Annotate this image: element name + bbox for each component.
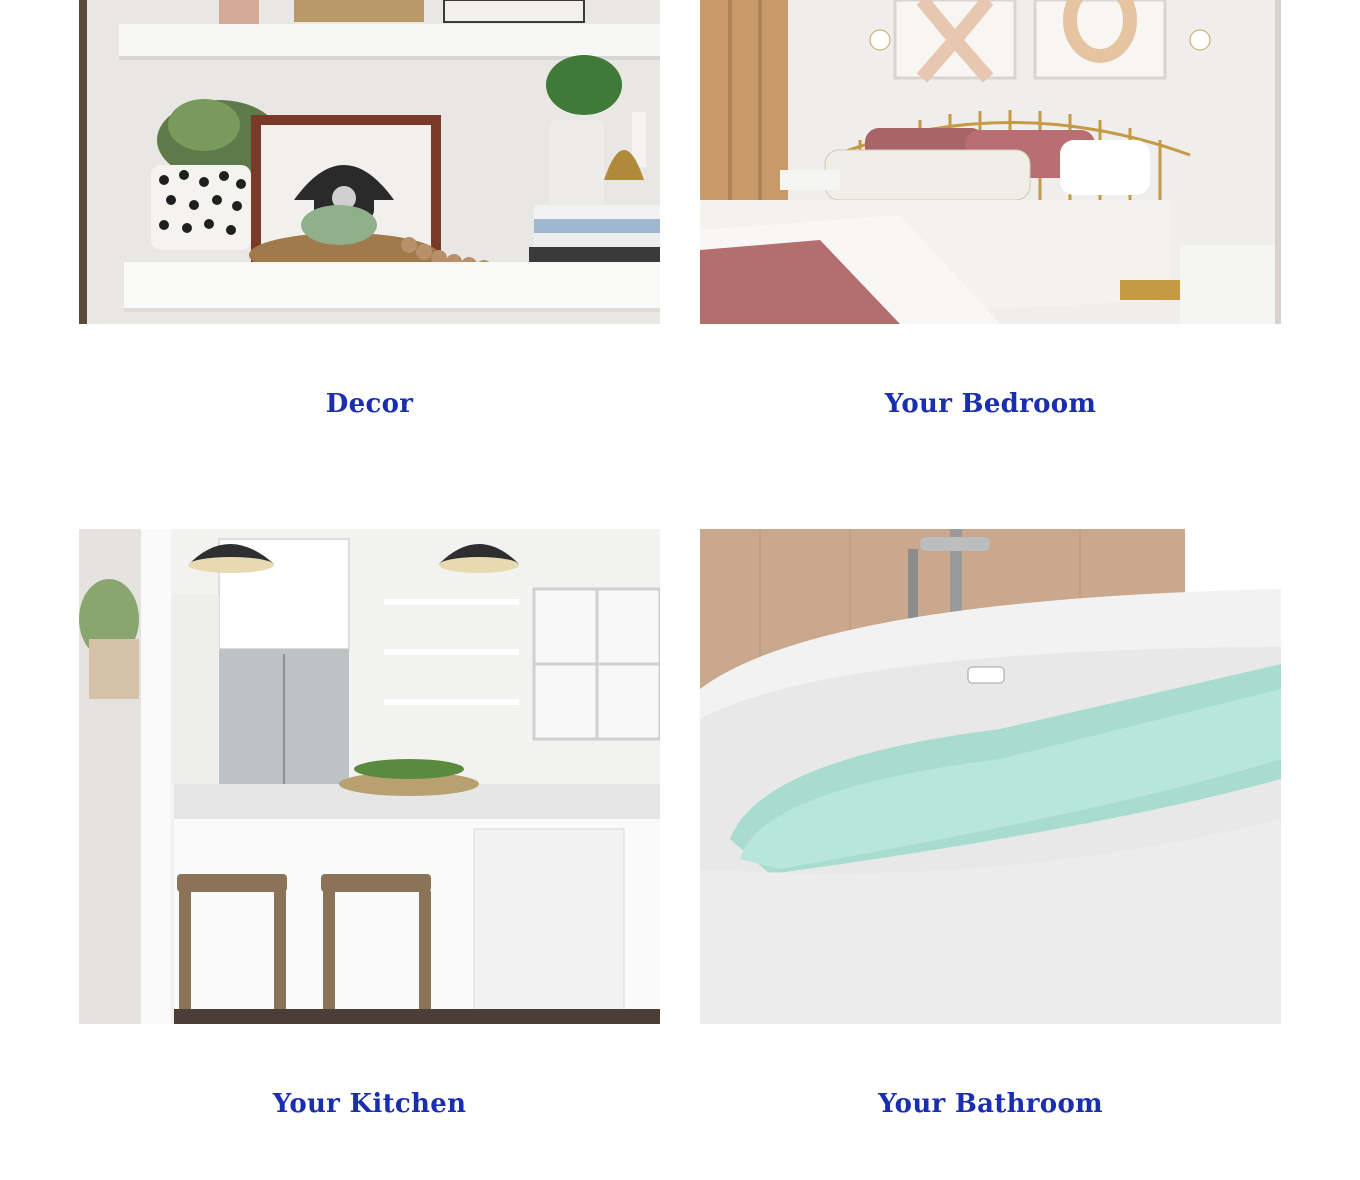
decor-shelf-photo[interactable]: [79, 0, 660, 324]
bathtub-photo[interactable]: [700, 529, 1281, 1024]
category-title-decor[interactable]: Decor: [79, 389, 660, 419]
category-title-bedroom[interactable]: Your Bedroom: [700, 389, 1281, 419]
bedroom-photo[interactable]: [700, 0, 1281, 324]
kitchen-photo[interactable]: [79, 529, 660, 1024]
category-title-kitchen[interactable]: Your Kitchen: [79, 1089, 660, 1119]
category-title-bathroom[interactable]: Your Bathroom: [700, 1089, 1281, 1119]
